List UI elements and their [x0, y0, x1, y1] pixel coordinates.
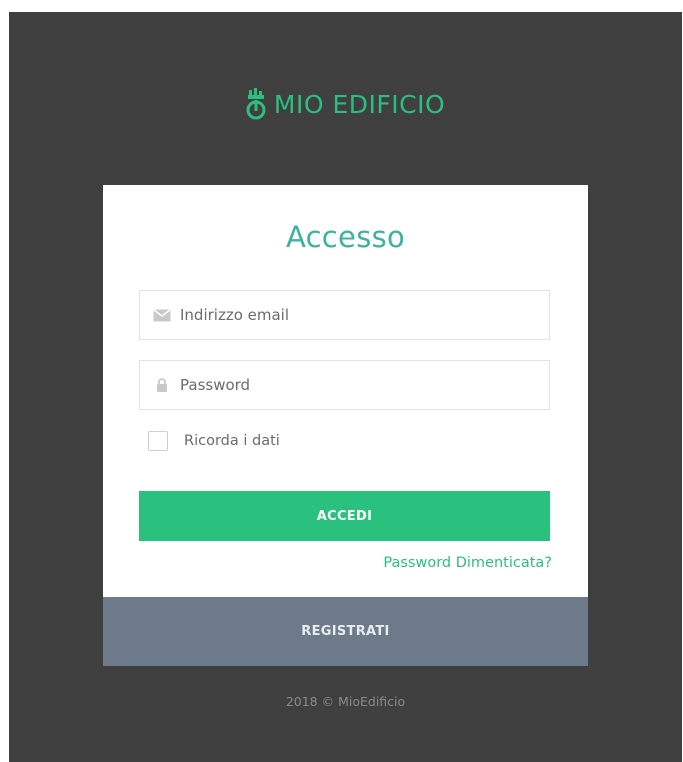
forgot-password-link[interactable]: Password Dimenticata? — [383, 555, 552, 571]
lock-icon — [152, 378, 172, 392]
email-field[interactable] — [139, 290, 550, 340]
building-logo-icon — [246, 88, 266, 120]
brand-logo: MIO EDIFICIO — [9, 88, 682, 122]
brand-name: MIO EDIFICIO — [273, 90, 446, 119]
login-card: Accesso Ricorda i dati ACCE — [103, 185, 588, 666]
email-input[interactable] — [180, 306, 540, 324]
register-button[interactable]: REGISTRATI — [103, 597, 588, 666]
register-label: REGISTRATI — [301, 624, 390, 639]
password-field[interactable] — [139, 360, 550, 410]
page-title: Accesso — [285, 220, 406, 254]
login-button[interactable]: ACCEDI — [139, 491, 550, 541]
footer-copyright: 2018 © MioEdificio — [285, 694, 406, 709]
password-input[interactable] — [180, 376, 540, 394]
envelope-icon — [152, 308, 172, 322]
remember-me[interactable]: Ricorda i dati — [148, 431, 280, 451]
remember-checkbox[interactable] — [148, 431, 168, 451]
login-screen: MIO EDIFICIO Accesso Ricor — [9, 12, 682, 762]
remember-label: Ricorda i dati — [184, 433, 280, 449]
